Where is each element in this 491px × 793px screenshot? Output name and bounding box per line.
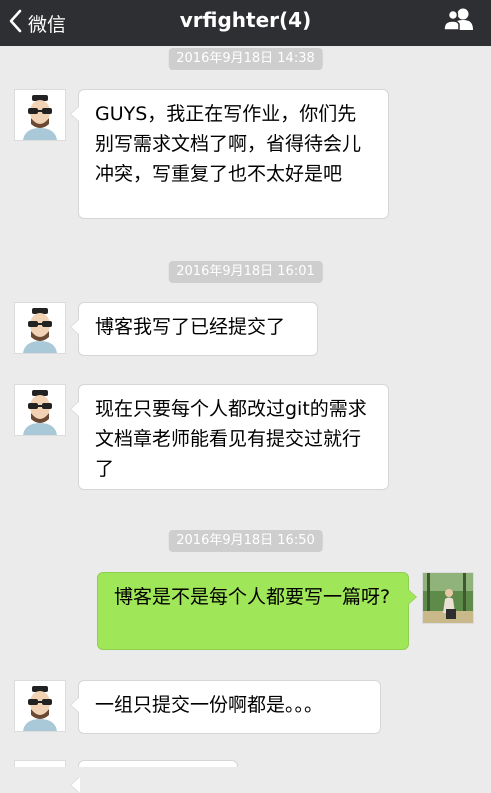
back-button[interactable]: 微信: [8, 0, 66, 46]
avatar[interactable]: [14, 760, 66, 767]
message-bubble-self[interactable]: 博客是不是每个人都要写一篇呀?: [97, 572, 417, 650]
people-icon: [443, 7, 475, 35]
cartoon-avatar-icon: [15, 681, 65, 731]
timestamp: 2016年9月18日 14:38: [168, 48, 323, 70]
message-text: 博客是不是每个人都要写一篇呀?: [114, 586, 391, 608]
cartoon-avatar-icon: [15, 90, 65, 140]
avatar[interactable]: [14, 384, 66, 436]
message-bubble[interactable]: 现在只要每个人都改过git的需求文档章老师能看见有提交过就行了: [70, 384, 389, 490]
chevron-left-icon: [8, 9, 28, 38]
message-text: 现在只要每个人都改过git的需求文档章老师能看见有提交过就行了: [95, 398, 367, 480]
cartoon-avatar-icon: [15, 303, 65, 353]
message-text: 博客我写了已经提交了: [95, 316, 286, 338]
message-bubble[interactable]: GUYS，我正在写作业，你们先别写需求文档了啊，省得待会儿冲突，写重复了也不太好…: [70, 89, 389, 219]
photo-avatar-icon: [423, 573, 473, 623]
avatar[interactable]: [14, 89, 66, 141]
timestamp: 2016年9月18日 16:01: [168, 261, 323, 283]
group-members-button[interactable]: [441, 6, 477, 36]
message-text: GUYS，我正在写作业，你们先别写需求文档了啊，省得待会儿冲突，写重复了也不太好…: [95, 103, 362, 185]
message-bubble[interactable]: 一组只提交一份啊都是。。。: [70, 680, 381, 734]
back-label: 微信: [28, 13, 67, 36]
message-bubble[interactable]: 博客我写了已经提交了: [70, 302, 318, 356]
timestamp: 2016年9月18日 16:50: [168, 530, 323, 552]
cartoon-avatar-icon: [15, 385, 65, 435]
self-avatar[interactable]: [422, 572, 474, 624]
message-bubble[interactable]: [70, 760, 238, 793]
top-bar: 微信 vrfighter(4): [0, 0, 491, 46]
avatar[interactable]: [14, 680, 66, 732]
message-text: 一组只提交一份啊都是。。。: [95, 694, 324, 716]
avatar[interactable]: [14, 302, 66, 354]
chat-title: vrfighter(4): [179, 8, 312, 32]
